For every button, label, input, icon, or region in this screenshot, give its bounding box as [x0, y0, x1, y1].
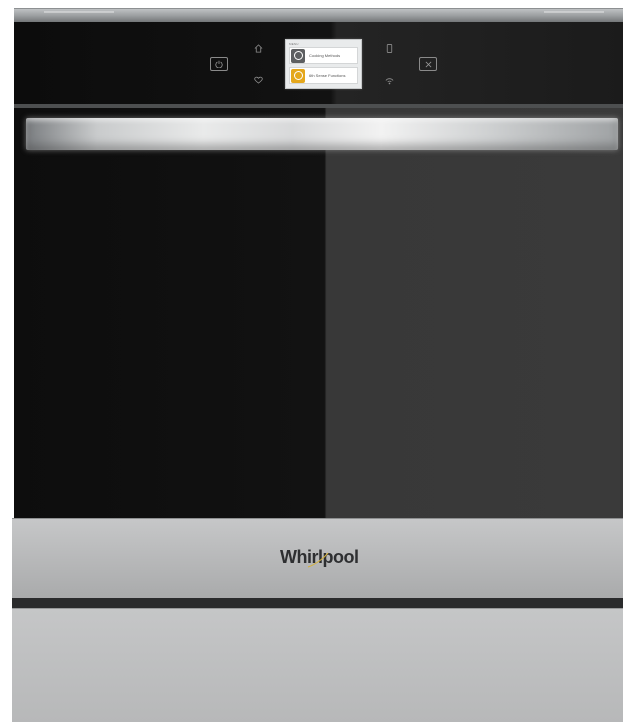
brand-band: Whirlpool: [12, 518, 623, 599]
oven-door: [14, 108, 623, 518]
display-header: MENU: [289, 42, 299, 46]
home-icon: [254, 43, 262, 53]
cancel-icon: [425, 61, 431, 67]
control-panel: MENU Cooking Methods 6th Sense Functions: [14, 22, 623, 106]
touch-display: MENU Cooking Methods 6th Sense Functions: [285, 39, 362, 89]
menu-item-label: 6th Sense Functions: [309, 73, 346, 78]
favorite-button[interactable]: [252, 74, 264, 86]
top-trim: [14, 8, 623, 23]
connect-button[interactable]: [383, 74, 395, 86]
wifi-connect-icon: [385, 77, 393, 84]
brand-logo: Whirlpool: [280, 547, 360, 569]
power-button[interactable]: [210, 57, 228, 71]
drawer-gap: [12, 598, 623, 608]
phone-button[interactable]: [383, 42, 395, 54]
built-in-oven: MENU Cooking Methods 6th Sense Functions: [0, 0, 623, 722]
cancel-button[interactable]: [419, 57, 437, 71]
power-icon: [215, 60, 223, 68]
warming-drawer[interactable]: [12, 608, 623, 722]
home-button[interactable]: [252, 42, 264, 54]
cooking-methods-icon: [291, 48, 305, 63]
favorite-heart-icon: [253, 76, 263, 84]
swoosh-icon: [307, 552, 329, 568]
menu-item-cooking-methods[interactable]: Cooking Methods: [289, 47, 358, 64]
sixth-sense-icon: [291, 68, 305, 83]
door-handle[interactable]: [26, 118, 618, 150]
phone-icon: [386, 43, 392, 53]
menu-item-6th-sense-functions[interactable]: 6th Sense Functions: [289, 67, 358, 84]
menu-item-label: Cooking Methods: [309, 53, 341, 58]
